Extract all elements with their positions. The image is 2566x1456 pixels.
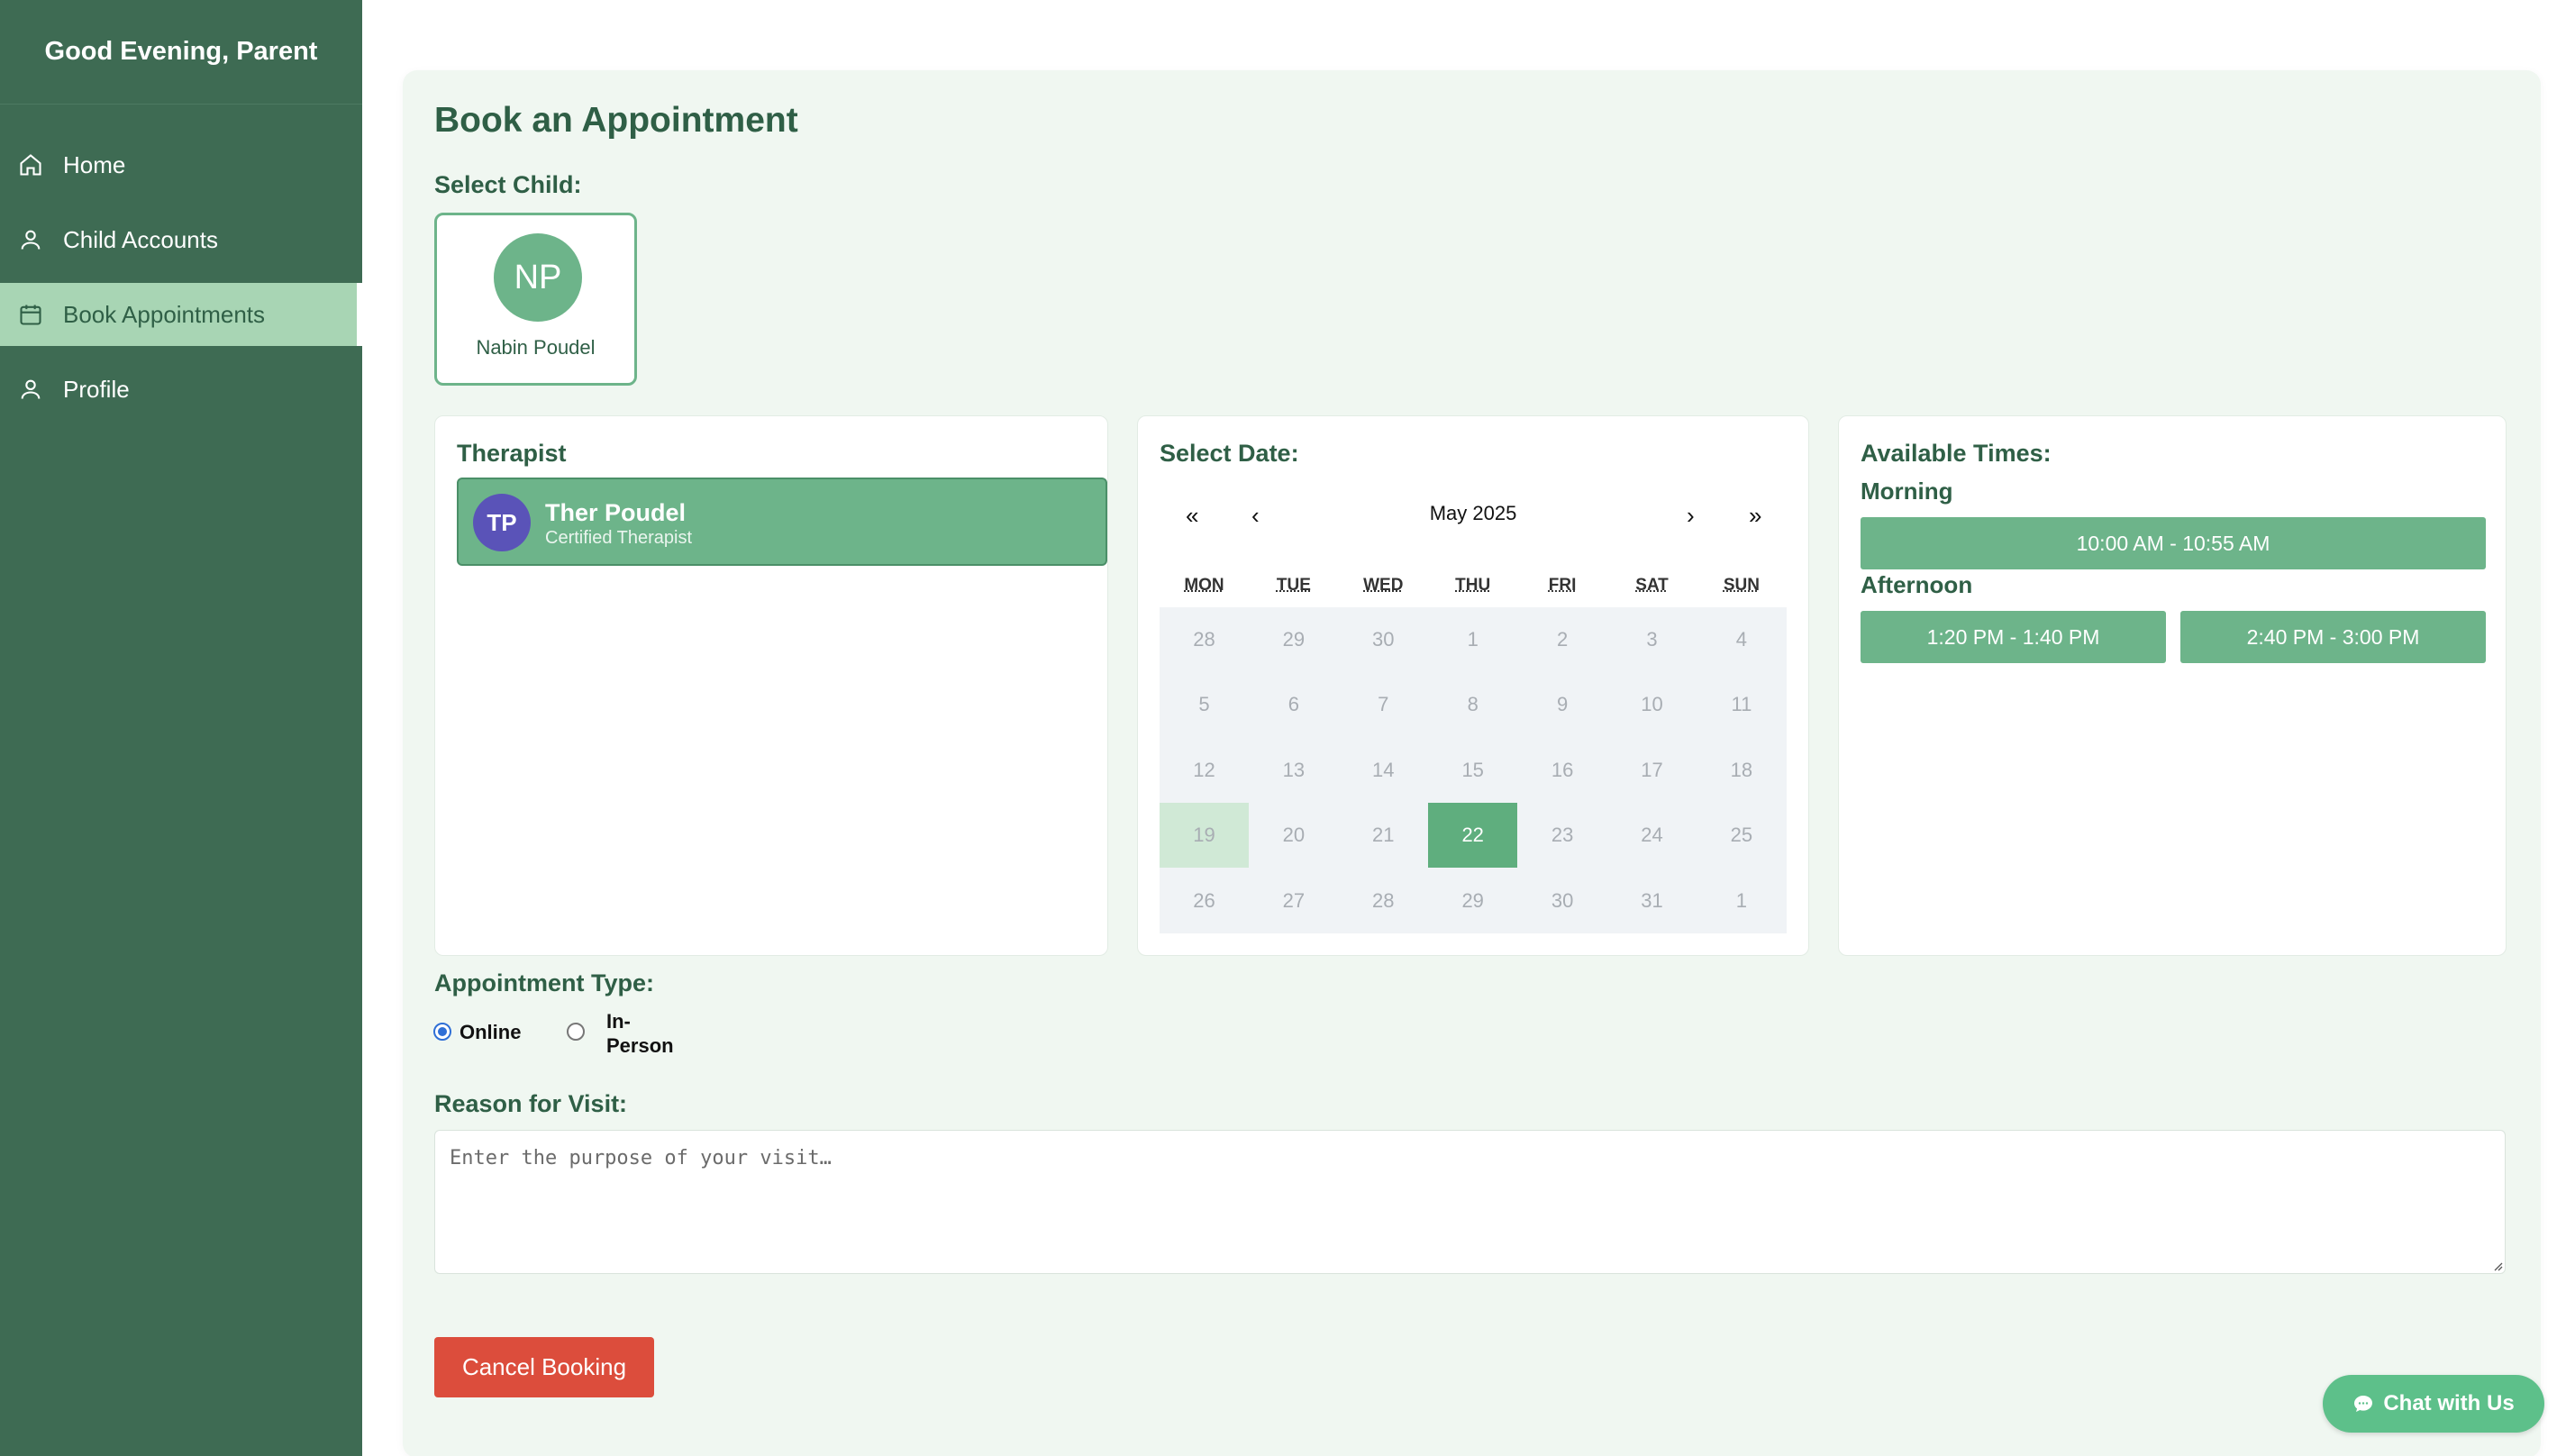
calendar-day: 26: [1193, 888, 1215, 912]
sidebar-greeting: Good Evening, Parent: [0, 0, 362, 105]
weekday-header: FRI: [1548, 576, 1577, 595]
child-name: Nabin Poudel: [476, 336, 596, 359]
chat-bubble-icon: [2354, 1396, 2373, 1412]
user-icon: [18, 377, 43, 402]
page-title: Book an Appointment: [434, 101, 798, 140]
sidebar-item-label: Book Appointments: [63, 300, 266, 328]
time-slot[interactable]: 10:00 AM - 10:55 AM: [1861, 517, 2486, 569]
calendar-month-label: May 2025: [1429, 502, 1517, 524]
calendar-day: 18: [1730, 758, 1753, 781]
times-panel: Available Times: Morning 10:00 AM - 10:5…: [1838, 415, 2507, 956]
calendar-day: 25: [1730, 824, 1753, 847]
therapist-name: Ther Poudel: [545, 499, 687, 526]
calendar-day: 13: [1282, 758, 1306, 781]
sidebar-item-label: Profile: [63, 375, 130, 403]
reason-textarea[interactable]: [434, 1130, 2506, 1274]
calendar-day: 19: [1160, 803, 1249, 869]
chat-label: Chat with Us: [2383, 1391, 2515, 1415]
select-child-label: Select Child:: [434, 171, 582, 198]
morning-label: Morning: [1861, 478, 1953, 505]
calendar-day: 11: [1731, 693, 1752, 716]
calendar-day: 27: [1282, 888, 1306, 912]
calendar-grid: 28 29 30 1 2 3 4 5 6 7 8 9 10 11 12 13 14 15 16 17 18 19 20 21 2…: [1160, 607, 1787, 933]
calendar-day: 31: [1641, 888, 1663, 912]
next-month-button[interactable]: ›: [1687, 502, 1695, 530]
calendar-day: 14: [1372, 758, 1395, 781]
weekday-header: WED: [1363, 576, 1404, 595]
sidebar-item-label: Home: [63, 150, 126, 178]
calendar-title: Select Date:: [1160, 440, 1299, 467]
calendar-icon: [18, 302, 43, 327]
calendar-day: 23: [1551, 824, 1574, 847]
calendar-day: 20: [1282, 824, 1306, 847]
calendar-day: 5: [1198, 693, 1210, 716]
calendar-day: 28: [1193, 628, 1215, 651]
calendar-day: 29: [1461, 888, 1484, 912]
time-slot[interactable]: 1:20 PM - 1:40 PM: [1861, 611, 2166, 663]
chat-with-us-button[interactable]: Chat with Us: [2323, 1375, 2544, 1433]
weekday-header: THU: [1455, 576, 1491, 595]
cancel-booking-button[interactable]: Cancel Booking: [434, 1337, 654, 1397]
calendar-day: 1: [1467, 628, 1479, 651]
sidebar-item-label: Child Accounts: [63, 225, 218, 253]
next-year-button[interactable]: »: [1749, 502, 1761, 530]
therapist-role: Certified Therapist: [545, 528, 693, 548]
calendar-day: 4: [1735, 628, 1748, 651]
in-person-radio-label: In- Person: [606, 1010, 674, 1057]
sidebar-item-profile[interactable]: Profile: [0, 358, 362, 421]
afternoon-label: Afternoon: [1861, 571, 1973, 598]
calendar-panel: Select Date: « ‹ May 2025 › » 28 29 30 1 2 3 4…: [1137, 415, 1809, 956]
calendar-day: 16: [1551, 758, 1574, 781]
calendar-day: 17: [1641, 758, 1663, 781]
calendar-day: 10: [1641, 693, 1663, 716]
calendar-day: 2: [1556, 628, 1569, 651]
calendar-day: 9: [1556, 693, 1569, 716]
therapist-panel-title: Therapist: [457, 440, 567, 467]
time-slot[interactable]: 2:40 PM - 3:00 PM: [2180, 611, 2486, 663]
calendar-day: 12: [1193, 758, 1215, 781]
home-icon: [18, 152, 43, 177]
calendar-day: 8: [1467, 693, 1479, 716]
child-avatar: NP: [494, 233, 582, 322]
sidebar-item-home[interactable]: Home: [0, 133, 362, 196]
user-icon: [18, 227, 43, 252]
reason-label: Reason for Visit:: [434, 1090, 628, 1117]
therapist-avatar: TP: [473, 494, 531, 551]
therapist-panel: Therapist TP Ther Poudel Certified Thera…: [434, 415, 1108, 956]
calendar-day: 24: [1641, 824, 1663, 847]
child-card[interactable]: NP Nabin Poudel: [434, 213, 637, 386]
weekday-header: TUE: [1276, 576, 1311, 595]
appointment-type-label: Appointment Type:: [434, 969, 654, 996]
resize-grip-icon[interactable]: [2492, 1260, 2503, 1271]
times-title: Available Times:: [1861, 440, 2052, 467]
calendar-day: 1: [1735, 888, 1748, 912]
online-radio-label: Online: [460, 1021, 522, 1043]
sidebar: Good Evening, Parent Home Child Accounts…: [0, 0, 362, 1456]
calendar-day: 6: [1288, 693, 1300, 716]
calendar-day: 7: [1378, 693, 1389, 716]
calendar-day-selected[interactable]: 22: [1428, 803, 1518, 869]
therapist-card[interactable]: TP Ther Poudel Certified Therapist: [457, 478, 1107, 566]
online-radio[interactable]: [433, 1023, 451, 1041]
calendar-day: 30: [1372, 628, 1395, 651]
weekday-header: SAT: [1635, 576, 1669, 595]
weekday-header: MON: [1184, 576, 1224, 595]
calendar-day: 28: [1372, 888, 1395, 912]
calendar-day: 3: [1646, 628, 1658, 651]
sidebar-item-child-accounts[interactable]: Child Accounts: [0, 208, 362, 271]
weekday-header: SUN: [1723, 576, 1760, 595]
calendar-day: 29: [1282, 628, 1306, 651]
in-person-radio[interactable]: [567, 1023, 585, 1041]
calendar-day: 15: [1461, 758, 1484, 781]
calendar-day: 21: [1372, 824, 1395, 847]
calendar-day: 30: [1551, 888, 1574, 912]
sidebar-item-book-appointments[interactable]: Book Appointments: [0, 283, 362, 346]
